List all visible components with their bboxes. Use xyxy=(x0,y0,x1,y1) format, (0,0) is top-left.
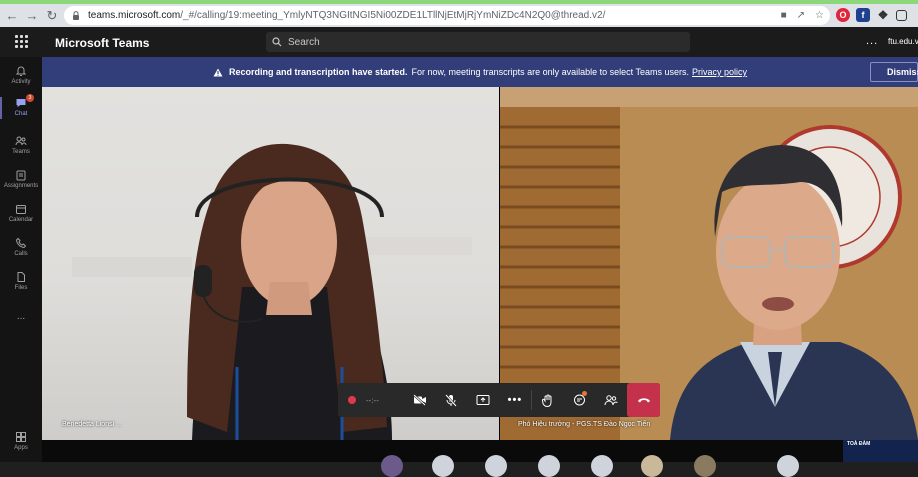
gallery-avatar[interactable] xyxy=(432,455,454,477)
hang-up-icon xyxy=(637,398,650,403)
apps-icon xyxy=(16,432,26,442)
camera-off-icon xyxy=(412,394,426,406)
record-dot-icon xyxy=(348,396,356,404)
assignments-icon xyxy=(16,170,26,181)
rail-label: Calendar xyxy=(8,217,34,223)
rail-item-teams[interactable]: Teams xyxy=(0,135,42,155)
share-screen-button[interactable] xyxy=(467,383,499,417)
rail-label: Assignments xyxy=(3,183,39,189)
chat-notification-dot-icon xyxy=(581,391,587,396)
hang-up-button[interactable] xyxy=(627,383,661,417)
extensions-puzzle-icon[interactable]: ❖ xyxy=(876,8,890,22)
rail-item-assignments[interactable]: Assignments xyxy=(0,169,42,189)
rail-item-more[interactable]: ... xyxy=(0,311,42,322)
rail-item-files[interactable]: Files xyxy=(0,271,42,291)
mic-off-icon xyxy=(445,393,458,407)
rail-item-chat[interactable]: 3 Chat xyxy=(0,94,42,119)
gallery-avatar[interactable] xyxy=(485,455,507,477)
presentation-thumbnail[interactable]: TOÀ ĐÀM xyxy=(843,440,918,462)
url-path: /_#/calling/19:meeting_YmlyNTQ3NGItNGI5N… xyxy=(180,10,606,21)
warning-icon xyxy=(213,68,223,76)
call-controls: --:-- ••• xyxy=(338,383,661,417)
browser-toolbar: ← → ↻ teams.microsoft.com /_#/calling/19… xyxy=(0,4,918,27)
window-icon[interactable] xyxy=(896,9,907,21)
participant-name-right: Phó Hiệu trưởng - PGS.TS Đào Ngọc Tiến xyxy=(518,421,651,428)
teams-icon xyxy=(15,136,27,146)
camera-indicator-icon[interactable]: ■ xyxy=(781,10,787,21)
bell-icon xyxy=(15,66,27,76)
chat-button[interactable] xyxy=(564,383,596,417)
camera-off-button[interactable] xyxy=(404,383,436,417)
app-launcher-icon[interactable] xyxy=(15,35,28,48)
url-host: teams.microsoft.com xyxy=(88,10,181,21)
search-placeholder: Search xyxy=(288,36,320,48)
participants-button[interactable] xyxy=(595,383,627,417)
rail-label: Activity xyxy=(11,79,31,85)
mute-button[interactable] xyxy=(435,383,467,417)
rail-label: Files xyxy=(14,285,28,291)
rail-label: Apps xyxy=(14,445,28,451)
dismiss-button[interactable]: Dismiss xyxy=(870,62,918,82)
banner-text: For now, meeting transcripts are only av… xyxy=(411,67,689,77)
recording-banner: Recording and transcription have started… xyxy=(42,57,918,87)
banner-bold-text: Recording and transcription have started… xyxy=(228,67,408,77)
rail-item-calendar[interactable]: Calendar xyxy=(0,203,42,223)
rail-item-apps[interactable]: Apps xyxy=(0,431,42,451)
rail-item-calls[interactable]: Calls xyxy=(0,237,42,257)
chat-badge: 3 xyxy=(26,94,34,102)
gallery-avatar[interactable] xyxy=(777,455,799,477)
gallery-avatar[interactable] xyxy=(381,455,403,477)
rail-item-activity[interactable]: Activity xyxy=(0,65,42,85)
raise-hand-button[interactable] xyxy=(532,383,564,417)
teams-header: Microsoft Teams Search ... ftu.edu.v xyxy=(0,27,918,57)
search-icon xyxy=(272,37,282,47)
app-title: Microsoft Teams xyxy=(55,36,150,50)
gallery-avatar[interactable] xyxy=(641,455,663,477)
opera-extension-icon[interactable]: O xyxy=(836,8,850,22)
recording-indicator[interactable]: --:-- xyxy=(338,383,404,417)
address-bar[interactable]: teams.microsoft.com /_#/calling/19:meeti… xyxy=(64,6,830,25)
participant-name-left: Benedetta Lionsi ... xyxy=(62,421,122,428)
more-icon: ... xyxy=(16,311,26,322)
rail-label: Calls xyxy=(14,251,28,257)
gallery-avatar[interactable] xyxy=(694,455,716,477)
lock-icon xyxy=(73,11,79,20)
hand-icon xyxy=(541,394,552,407)
tenant-name[interactable]: ftu.edu.v xyxy=(888,37,918,46)
more-options-button[interactable]: ... xyxy=(866,35,878,47)
facebook-extension-icon[interactable]: f xyxy=(856,8,870,22)
calendar-icon xyxy=(16,205,26,214)
rail-label: Chat xyxy=(14,111,28,117)
rail-label: Teams xyxy=(12,149,30,155)
phone-icon xyxy=(15,237,27,249)
forward-icon[interactable]: → xyxy=(24,8,40,24)
back-icon[interactable]: ← xyxy=(4,8,20,24)
bookmark-star-icon[interactable]: ☆ xyxy=(815,10,824,21)
more-actions-button[interactable]: ••• xyxy=(499,383,531,417)
gallery-avatar[interactable] xyxy=(538,455,560,477)
privacy-policy-link[interactable]: Privacy policy xyxy=(692,67,747,77)
thumbnail-text: TOÀ ĐÀM xyxy=(847,441,871,447)
call-timer: --:-- xyxy=(366,395,379,405)
share-icon[interactable]: ↗ xyxy=(797,10,805,21)
more-actions-icon: ••• xyxy=(507,394,523,406)
share-tray-icon xyxy=(476,395,490,405)
app-rail: Activity 3 Chat Teams Assignments Calend… xyxy=(0,57,42,462)
search-box[interactable]: Search xyxy=(266,32,690,52)
people-icon xyxy=(604,395,619,406)
reload-icon[interactable]: ↻ xyxy=(44,8,60,24)
file-icon xyxy=(17,272,25,282)
gallery-avatar[interactable] xyxy=(591,455,613,477)
